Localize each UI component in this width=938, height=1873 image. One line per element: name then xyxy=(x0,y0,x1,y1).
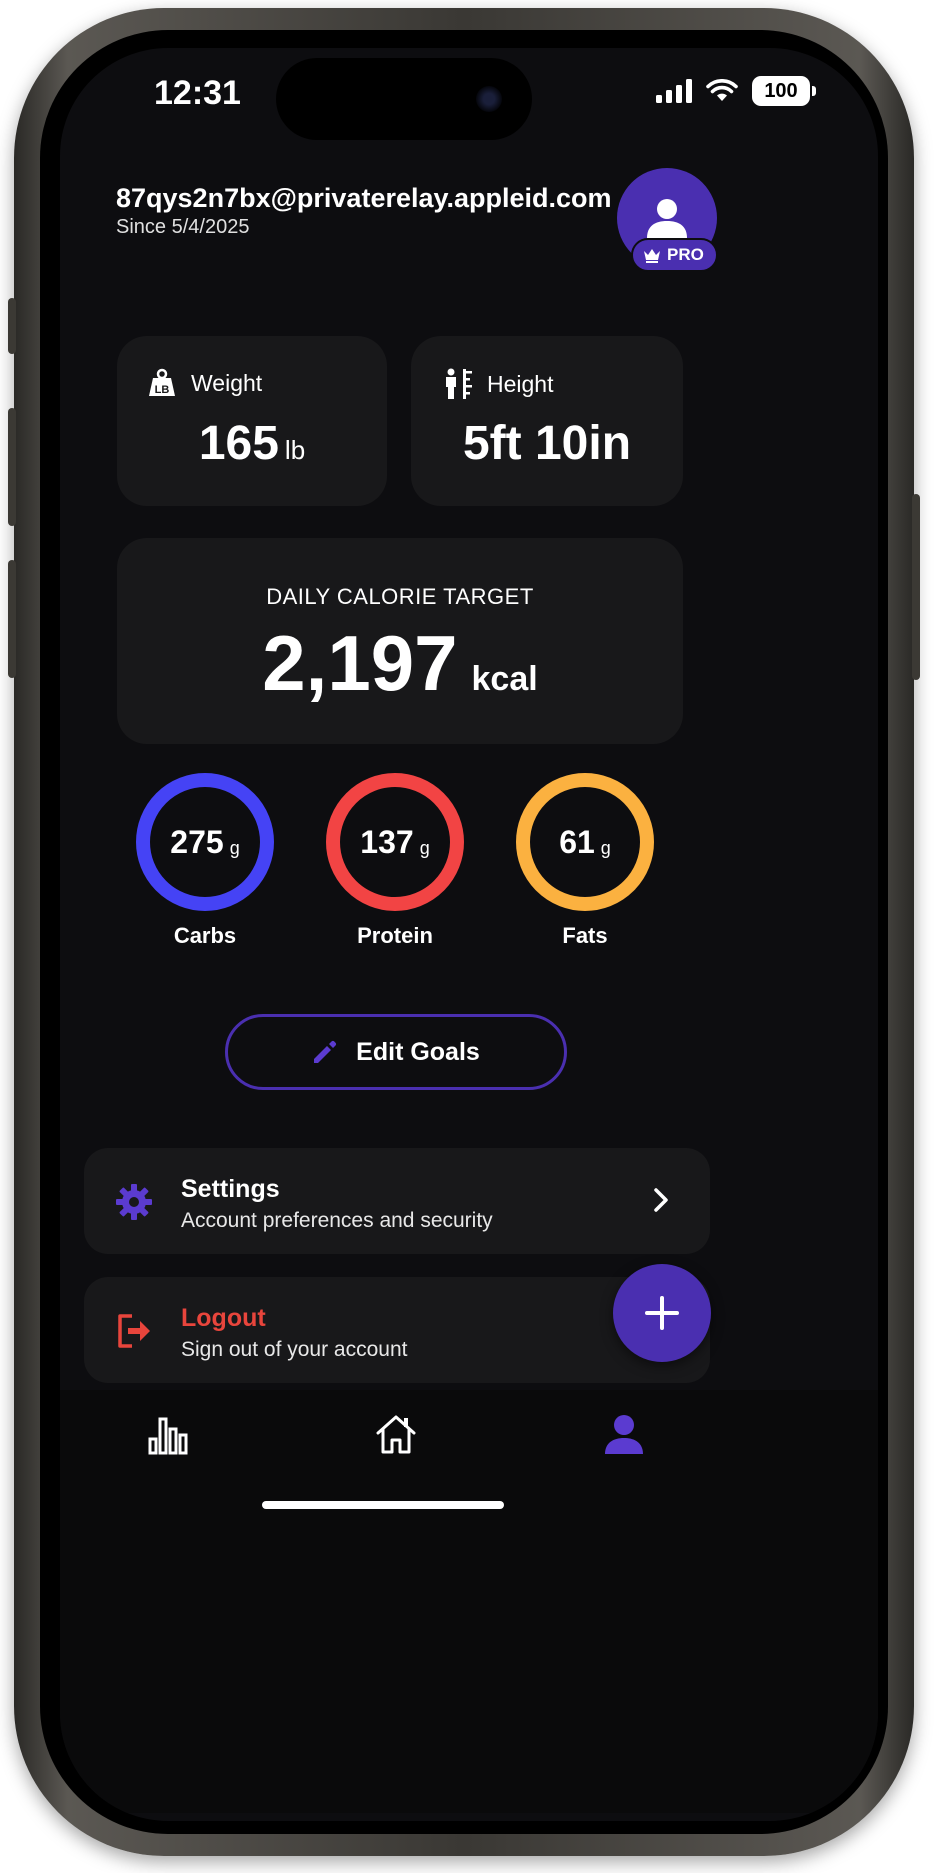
add-button[interactable] xyxy=(613,1264,711,1362)
fats-ring: 61 g xyxy=(516,773,654,911)
calorie-target-card: DAILY CALORIE TARGET 2,197 kcal xyxy=(117,538,683,744)
svg-text:LB: LB xyxy=(155,384,170,396)
calorie-unit: kcal xyxy=(471,660,538,698)
gear-icon xyxy=(116,1184,152,1220)
battery-indicator: 100 xyxy=(752,76,816,106)
calorie-value: 2,197 xyxy=(262,619,458,707)
chevron-right-icon xyxy=(654,1188,668,1212)
status-icons: 100 xyxy=(656,76,816,106)
home-indicator xyxy=(262,1501,504,1509)
camera-icon xyxy=(476,86,502,112)
height-card[interactable]: Height 5ft 10in xyxy=(411,336,683,506)
fats-macro: 61 g Fats xyxy=(516,773,686,973)
volume-up-button xyxy=(8,408,16,526)
weight-unit: lb xyxy=(284,435,306,465)
protein-unit: g xyxy=(419,837,430,858)
crown-icon xyxy=(644,249,660,263)
bar-chart-icon xyxy=(148,1417,188,1455)
status-time: 12:31 xyxy=(154,74,241,112)
weight-card[interactable]: LB Weight 165 lb xyxy=(117,336,387,506)
action-button xyxy=(8,298,16,354)
dynamic-island xyxy=(276,58,532,140)
carbs-unit: g xyxy=(229,837,240,858)
weight-header: LB Weight xyxy=(147,368,262,398)
profile-icon xyxy=(605,1415,643,1454)
fats-unit: g xyxy=(600,837,611,858)
wifi-icon xyxy=(706,79,738,101)
avatar[interactable]: PRO xyxy=(617,168,727,278)
weight-value: 165 xyxy=(198,417,279,470)
tab-home[interactable] xyxy=(366,1404,426,1464)
protein-label: Protein xyxy=(357,923,433,948)
plus-icon xyxy=(645,1296,679,1330)
user-icon xyxy=(647,199,687,238)
logout-subtitle: Sign out of your account xyxy=(181,1338,408,1361)
edit-goals-button[interactable]: Edit Goals xyxy=(225,1014,567,1090)
volume-down-button xyxy=(8,560,16,678)
weight-icon: LB xyxy=(149,368,175,396)
pro-label: PRO xyxy=(667,245,704,264)
settings-subtitle: Account preferences and security xyxy=(181,1209,493,1232)
logout-icon xyxy=(118,1314,150,1348)
carbs-macro: 275 g Carbs xyxy=(136,773,306,973)
height-value: 5ft 10in xyxy=(462,417,632,470)
power-button xyxy=(912,494,920,680)
calorie-value-row: 2,197 kcal xyxy=(117,618,683,709)
cellular-signal-icon xyxy=(656,79,692,103)
tab-stats[interactable] xyxy=(138,1404,198,1464)
carbs-value: 275 xyxy=(170,823,224,860)
user-email: 87qys2n7bx@privaterelay.appleid.com xyxy=(116,183,612,213)
weight-label: Weight xyxy=(191,369,263,396)
member-since: Since 5/4/2025 xyxy=(116,216,250,238)
height-label: Height xyxy=(487,370,554,397)
calorie-target-label: DAILY CALORIE TARGET xyxy=(266,584,534,609)
protein-ring: 137 g xyxy=(326,773,464,911)
screen: 12:31 100 87qys2n7bx@privaterelay.applei… xyxy=(60,48,878,1821)
fats-value: 61 xyxy=(559,823,595,860)
height-header: Height xyxy=(443,368,553,400)
tab-bar xyxy=(60,1390,878,1813)
tab-profile[interactable] xyxy=(594,1404,654,1464)
edit-goals-label: Edit Goals xyxy=(356,1037,480,1066)
weight-value-row: 165 lb xyxy=(117,416,387,471)
carbs-ring: 275 g xyxy=(136,773,274,911)
carbs-label: Carbs xyxy=(173,923,237,948)
settings-title: Settings xyxy=(181,1175,280,1203)
protein-value: 137 xyxy=(360,823,414,860)
pro-badge: PRO xyxy=(631,238,718,272)
home-icon xyxy=(376,1415,416,1454)
height-icon xyxy=(446,368,472,399)
fats-label: Fats xyxy=(562,923,608,948)
settings-row[interactable]: Settings Account preferences and securit… xyxy=(84,1148,710,1254)
protein-macro: 137 g Protein xyxy=(326,773,496,973)
pencil-icon xyxy=(314,1040,337,1063)
logout-title: Logout xyxy=(181,1304,266,1332)
